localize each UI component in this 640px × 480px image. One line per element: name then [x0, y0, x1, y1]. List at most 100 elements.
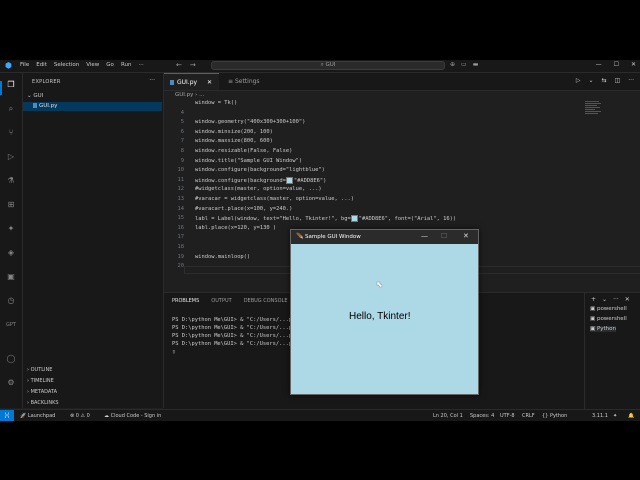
- explorer-header: EXPLORER: [32, 79, 61, 85]
- gpt-icon[interactable]: GPT: [5, 319, 17, 331]
- language-label: Python: [549, 413, 568, 419]
- copilot-icon[interactable]: ⊕: [450, 61, 455, 68]
- section-backlinks[interactable]: › BACKLINKS: [27, 400, 59, 406]
- cloud-code-item[interactable]: ☁ Cloud Code - Sign in: [104, 413, 161, 419]
- tab-debug-console[interactable]: DEBUG CONSOLE: [244, 298, 288, 304]
- menu-more[interactable]: ···: [138, 62, 143, 68]
- section-backlinks-label: BACKLINKS: [30, 400, 59, 406]
- panel-tabs: PROBLEMS OUTPUT DEBUG CONSOLE: [172, 298, 287, 304]
- testing-icon[interactable]: ⚗: [5, 175, 17, 187]
- timeline-icon[interactable]: ◷: [5, 295, 17, 307]
- explorer-icon[interactable]: ❐: [5, 79, 17, 91]
- menu-selection[interactable]: Selection: [54, 62, 79, 68]
- menu-go[interactable]: Go: [106, 62, 114, 68]
- maximize-icon: ☐: [441, 232, 448, 240]
- panel-toggle-icon[interactable]: ▬: [473, 61, 479, 68]
- language-mode[interactable]: {} Python: [542, 413, 567, 419]
- problems-count[interactable]: ⊗ 0 ⚠ 0: [70, 413, 90, 419]
- more-icon[interactable]: ···: [613, 296, 619, 303]
- cursor-position[interactable]: Ln 20, Col 1: [433, 413, 463, 419]
- settings-gear-icon[interactable]: ⚙: [5, 377, 17, 389]
- close-tab-icon[interactable]: ✕: [207, 79, 212, 86]
- close-icon[interactable]: ✕: [631, 61, 636, 68]
- chevron-down-icon[interactable]: ⌄: [602, 296, 607, 303]
- forward-arrow-icon[interactable]: →: [190, 61, 196, 69]
- tab-settings[interactable]: ≡ Settings: [222, 73, 260, 90]
- code-line: window.configure(background= "#ADD8E6"): [195, 176, 327, 184]
- color-swatch[interactable]: [350, 215, 358, 223]
- close-icon[interactable]: ✕: [463, 232, 469, 240]
- python-icon[interactable]: ◈: [5, 247, 17, 259]
- terminal-item[interactable]: ▣ Python: [590, 326, 617, 332]
- maximize-icon[interactable]: ☐: [614, 61, 619, 68]
- chevron-down-icon[interactable]: ⌄: [589, 77, 594, 84]
- encoding[interactable]: UTF-8: [500, 413, 515, 419]
- section-metadata[interactable]: › METADATA: [27, 389, 57, 395]
- menu-file[interactable]: File: [20, 62, 29, 68]
- notifications-icon[interactable]: 🔔: [628, 413, 634, 419]
- code-line: #widgetclass(master, option=value, ...): [195, 186, 322, 193]
- settings-icon: ≡: [228, 78, 234, 85]
- line-number: 12: [177, 186, 185, 193]
- terminal-item[interactable]: ▣ powershell: [590, 316, 627, 322]
- command-center[interactable]: ⌕ GUI: [211, 61, 445, 70]
- tk-title-bar[interactable]: 🪶 Sample GUI Window — ☐ ✕: [291, 230, 478, 244]
- section-outline[interactable]: › OUTLINE: [27, 367, 52, 373]
- cloud-code-label: Cloud Code - Sign in: [110, 413, 162, 419]
- menu-view[interactable]: View: [86, 62, 99, 68]
- tab-output[interactable]: OUTPUT: [211, 298, 231, 304]
- menu-run[interactable]: Run: [121, 62, 132, 68]
- color-swatch[interactable]: [285, 176, 293, 184]
- line-number: 20: [177, 263, 185, 270]
- close-panel-icon[interactable]: ✕: [625, 296, 630, 303]
- line-number: 15: [177, 215, 185, 222]
- split-editor-icon[interactable]: ◫: [615, 77, 621, 84]
- errors-count: 0: [75, 413, 79, 419]
- source-control-icon[interactable]: ⑂: [5, 127, 17, 139]
- copilot-status-icon[interactable]: ✦: [613, 413, 617, 419]
- run-icon[interactable]: ▷: [576, 77, 581, 84]
- tab-problems[interactable]: PROBLEMS: [172, 298, 199, 304]
- section-timeline[interactable]: › TIMELINE: [27, 378, 54, 384]
- tab-gui-py[interactable]: GUI.py ✕: [164, 73, 219, 90]
- minimize-icon[interactable]: —: [596, 61, 602, 68]
- line-number: 6: [180, 128, 184, 135]
- extensions-icon[interactable]: ⊞: [5, 199, 17, 211]
- line-number: 7: [180, 138, 184, 145]
- code-line: #varacart.place(x=100, y=240.): [195, 205, 293, 212]
- explorer-more-icon[interactable]: ···: [149, 77, 155, 84]
- copilot-icon[interactable]: ✦: [5, 223, 17, 235]
- folder-gui[interactable]: ⌄ GUI: [27, 93, 43, 99]
- section-timeline-label: TIMELINE: [30, 378, 54, 384]
- minimap[interactable]: [585, 100, 605, 130]
- launchpad-item[interactable]: 🚀 Launchpad: [20, 413, 55, 419]
- indentation[interactable]: Spaces: 4: [470, 413, 494, 419]
- search-icon[interactable]: ⌕: [5, 103, 17, 115]
- mouse-cursor-icon: ⬉: [376, 280, 383, 289]
- remote-icon[interactable]: ⟩⟨: [0, 410, 14, 421]
- remote-explorer-icon[interactable]: ▣: [5, 271, 17, 283]
- python-version[interactable]: 3.11.1: [592, 413, 608, 419]
- code-line: #varacar = widgetclass(master, option=va…: [195, 196, 355, 202]
- compare-icon[interactable]: ⇆: [602, 77, 607, 84]
- code-line: labl.place(x=120, y=130 ): [195, 224, 277, 231]
- line-number: 10: [177, 167, 185, 174]
- file-gui-py[interactable]: GUI.py: [23, 102, 162, 111]
- layout-icon[interactable]: ▭: [461, 61, 467, 68]
- line-number: 17: [177, 234, 185, 241]
- account-icon[interactable]: ◯: [5, 353, 17, 365]
- terminal-item[interactable]: ▣ powershell: [590, 306, 627, 312]
- line-number: 4: [180, 109, 184, 116]
- more-actions-icon[interactable]: ···: [628, 77, 634, 84]
- menu-edit[interactable]: Edit: [36, 62, 47, 68]
- breadcrumb[interactable]: GUI.py › ...: [175, 92, 204, 98]
- search-icon: ⌕: [320, 62, 324, 68]
- minimize-icon[interactable]: —: [421, 232, 428, 240]
- back-arrow-icon[interactable]: ←: [176, 61, 182, 69]
- line-ending[interactable]: CRLF: [522, 413, 535, 419]
- command-center-label: GUI: [325, 62, 336, 68]
- code-line: window.resizable(False, False): [195, 148, 293, 154]
- run-debug-icon[interactable]: ▷: [5, 151, 17, 163]
- add-terminal-icon[interactable]: +: [591, 296, 596, 303]
- status-bar: ⟩⟨ 🚀 Launchpad ⊗ 0 ⚠ 0 ☁ Cloud Code - Si…: [0, 409, 640, 421]
